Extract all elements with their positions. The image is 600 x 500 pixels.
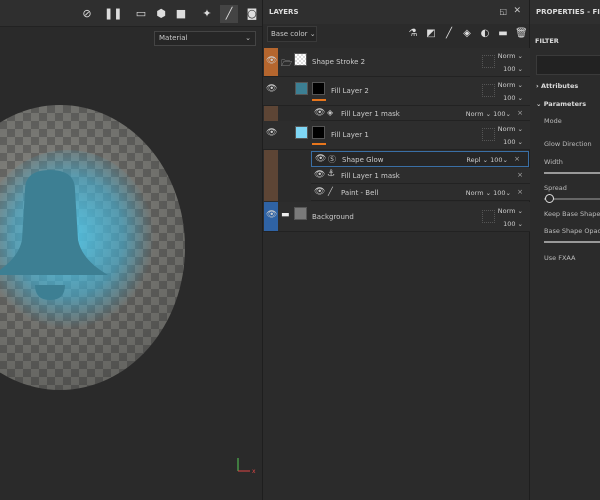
effect-row-mask[interactable]: 👁 ◈ Fill Layer 1 mask Norm ⌄ 100⌄ × (311, 106, 531, 121)
camera-icon[interactable]: ■ (172, 5, 190, 23)
visibility-eye-icon[interactable]: 👁 (266, 56, 277, 66)
brush-icon: ╱ (328, 187, 333, 196)
axis-gizmo-icon: x (237, 458, 256, 475)
visibility-eye-icon[interactable]: 👁 (314, 187, 325, 197)
add-mask-icon[interactable]: ◩ (425, 28, 437, 40)
layers-panel: LAYERS ◱ ✕ Base color ⌄ ⚗ ◩ ╱ ◈ ◐ ▬ 🗑 👁 … (262, 0, 531, 500)
layer-row-shape-stroke-2[interactable]: 👁 🗁 Shape Stroke 2 Norm ⌄ 100 ⌄ (263, 48, 531, 77)
3d-viewport[interactable]: ⊘ ❚❚ ▭ ⬢ ■ ✦ ╱ ◙ Material ⌄ x (0, 0, 262, 500)
mask-thumbnail (312, 126, 325, 139)
visibility-eye-icon[interactable]: 👁 (315, 154, 326, 164)
add-fill-layer-icon[interactable]: ◈ (461, 28, 473, 40)
folder-open-icon: 🗁 (281, 59, 293, 69)
add-smart-material-icon[interactable]: ◐ (479, 28, 491, 40)
remove-icon[interactable]: × (517, 188, 523, 196)
visibility-eye-icon[interactable]: 👁 (266, 84, 277, 94)
layer-thumbnail (294, 53, 307, 66)
folder-icon: ▬ (281, 210, 290, 220)
remove-icon[interactable]: × (517, 171, 523, 179)
layers-title: LAYERS (263, 0, 529, 24)
perspective-icon[interactable]: ▭ (132, 5, 150, 23)
mask-thumbnail (312, 82, 325, 95)
fill-effect-icon: ◈ (327, 108, 334, 117)
remove-icon[interactable]: × (517, 109, 523, 117)
effect-row-anchor[interactable]: 👁 ⚓ Fill Layer 1 mask × (311, 168, 531, 184)
visibility-eye-icon[interactable]: 👁 (314, 170, 325, 180)
svg-text:x: x (252, 468, 256, 475)
layer-thumbnail (294, 207, 307, 220)
channel-select[interactable]: Base color ⌄ (267, 26, 317, 42)
cube-icon[interactable]: ⬢ (152, 5, 170, 23)
base-opacity-slider[interactable] (544, 241, 600, 243)
visibility-eye-icon[interactable]: 👁 (266, 128, 277, 138)
lights-icon[interactable]: ✦ (198, 5, 216, 23)
remove-icon[interactable]: × (514, 155, 520, 163)
fill-thumbnail (295, 82, 308, 95)
delete-icon[interactable]: 🗑 (515, 28, 528, 40)
layer-row-fill-layer-2[interactable]: 👁 Fill Layer 2 Norm ⌄ 100 ⌄ (263, 77, 531, 106)
hide-icon[interactable]: ⊘ (78, 5, 96, 23)
visibility-eye-icon[interactable]: 👁 (266, 210, 277, 220)
material-select[interactable]: Material ⌄ (154, 31, 256, 46)
paint-icon[interactable]: ╱ (220, 5, 238, 23)
add-paint-layer-icon[interactable]: ╱ (443, 28, 455, 40)
layer-row-background[interactable]: 👁 ▬ Background Norm ⌄ 100 ⌄ (263, 202, 531, 232)
properties-panel: PROPERTIES - FILTER FILTER › Attributes … (530, 0, 600, 500)
effect-row-shape-glow[interactable]: 👁 Ⓢ Shape Glow Repl ⌄ 100⌄ × (311, 151, 529, 167)
filter-slot[interactable] (536, 55, 600, 75)
anchor-icon: ⚓ (327, 169, 336, 179)
attributes-section[interactable]: › Attributes (536, 82, 578, 90)
filter-icon: Ⓢ (328, 155, 336, 164)
width-slider[interactable] (544, 172, 600, 174)
add-folder-icon[interactable]: ▬ (497, 28, 509, 40)
bell-shape (0, 170, 108, 300)
spread-slider-handle[interactable] (545, 194, 554, 203)
add-effect-icon[interactable]: ⚗ (407, 28, 419, 40)
visibility-eye-icon[interactable]: 👁 (314, 108, 325, 118)
pause-icon[interactable]: ❚❚ (104, 5, 122, 23)
parameters-section[interactable]: ⌄ Parameters (536, 100, 586, 108)
layers-toolbar: Base color ⌄ ⚗ ◩ ╱ ◈ ◐ ▬ 🗑 (263, 24, 531, 46)
effect-row-paint-bell[interactable]: 👁 ╱ Paint - Bell Norm ⌄ 100⌄ × (311, 184, 531, 201)
viewport-toolbar: ⊘ ❚❚ ▭ ⬢ ■ ✦ ╱ ◙ (0, 0, 262, 27)
float-icon[interactable]: ◱ (499, 7, 507, 16)
fill-thumbnail (295, 126, 308, 139)
close-icon[interactable]: ✕ (513, 6, 521, 16)
layer-row-fill-layer-1[interactable]: 👁 Fill Layer 1 Norm ⌄ 100 ⌄ (263, 121, 531, 150)
screenshot-icon[interactable]: ◙ (243, 5, 261, 23)
